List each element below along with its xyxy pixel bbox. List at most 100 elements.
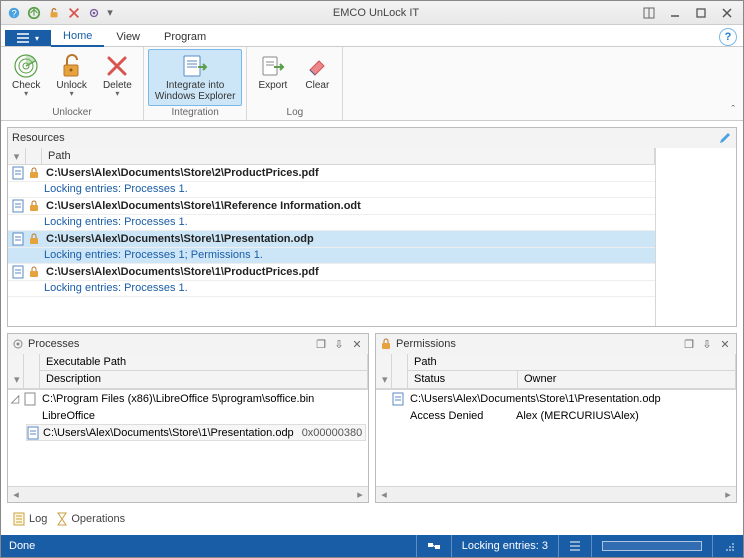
tab-view[interactable]: View xyxy=(104,28,152,46)
hscrollbar[interactable]: ◂▸ xyxy=(8,486,368,502)
col-execpath[interactable]: Executable Path xyxy=(40,354,368,371)
clear-button[interactable]: Clear xyxy=(296,49,338,106)
hscrollbar[interactable]: ◂▸ xyxy=(376,486,736,502)
window-icon[interactable]: ❐ xyxy=(314,337,328,351)
file-icon xyxy=(10,166,26,180)
collapse-toggle[interactable]: ◿ xyxy=(8,392,22,405)
close-icon[interactable]: ✕ xyxy=(350,337,364,351)
resource-path: C:\Users\Alex\Documents\Store\1\Referenc… xyxy=(42,200,361,212)
resource-detail: Locking entries: Processes 1. xyxy=(8,182,655,198)
perm-path: C:\Users\Alex\Documents\Store\1\Presenta… xyxy=(406,393,661,405)
help-button[interactable]: ? xyxy=(719,28,737,46)
resource-detail: Locking entries: Processes 1. xyxy=(8,281,655,297)
resize-grip[interactable] xyxy=(712,535,735,557)
processes-panel: Processes ❐ ⇩ ✕ Executable Path ▾ Descri… xyxy=(7,333,369,503)
qat-unlock-icon[interactable] xyxy=(45,4,63,22)
hourglass-icon xyxy=(57,512,67,526)
ribbon-group-unlocker: Check▾ Unlock▾ Delete▾ Unlocker xyxy=(1,47,144,120)
group-label-log: Log xyxy=(251,106,338,120)
permissions-panel: Permissions ❐ ⇩ ✕ Path ▾ Status Owner xyxy=(375,333,737,503)
check-button[interactable]: Check▾ xyxy=(5,49,47,106)
delete-button[interactable]: Delete▾ xyxy=(96,49,139,106)
qat-help-icon[interactable]: ? xyxy=(5,4,23,22)
close-button[interactable] xyxy=(715,3,739,23)
col-perm-owner[interactable]: Owner xyxy=(518,371,736,389)
tab-program[interactable]: Program xyxy=(152,28,218,46)
permissions-grid-body[interactable]: C:\Users\Alex\Documents\Store\1\Presenta… xyxy=(376,390,736,486)
col-perm-status[interactable]: Status xyxy=(408,371,518,389)
resource-row[interactable]: C:\Users\Alex\Documents\Store\1\Presenta… xyxy=(8,231,655,248)
tab-home[interactable]: Home xyxy=(51,27,104,47)
gear-icon xyxy=(12,338,24,350)
radar-icon xyxy=(13,52,39,80)
layout-options-button[interactable] xyxy=(637,3,661,23)
status-list-icon[interactable] xyxy=(558,535,591,557)
ribbon-group-integration: Integrate into Windows Explorer Integrat… xyxy=(144,47,248,120)
ribbon-tabstrip: ▾ Home View Program ? xyxy=(1,25,743,47)
title-bar: ? ▾ EMCO UnLock IT xyxy=(1,1,743,25)
export-button[interactable]: Export xyxy=(251,49,294,106)
processes-title: Processes xyxy=(28,338,79,350)
unlock-button[interactable]: Unlock▾ xyxy=(49,49,94,106)
file-icon xyxy=(27,426,39,440)
pin-icon[interactable]: ⇩ xyxy=(700,337,714,351)
edit-icon[interactable] xyxy=(718,131,732,145)
row-options-button[interactable]: ▾ xyxy=(8,148,26,164)
resource-row[interactable]: C:\Users\Alex\Documents\Store\1\ProductP… xyxy=(8,264,655,281)
resources-title: Resources xyxy=(12,132,65,144)
quick-access-toolbar: ? ▾ xyxy=(1,4,119,22)
col-desc[interactable]: Description xyxy=(40,371,368,389)
status-locking: Locking entries: 3 xyxy=(451,535,558,557)
lock-icon xyxy=(380,338,392,350)
collapse-ribbon-button[interactable]: ˆ xyxy=(723,100,743,120)
handle-path: C:\Users\Alex\Documents\Store\1\Presenta… xyxy=(39,427,294,439)
qat-customize-dropdown[interactable]: ▾ xyxy=(105,4,115,22)
export-icon xyxy=(260,52,286,80)
proc-exe: C:\Program Files (x86)\LibreOffice 5\pro… xyxy=(38,393,314,405)
group-label-integration: Integration xyxy=(148,106,243,120)
resource-row[interactable]: C:\Users\Alex\Documents\Store\2\ProductP… xyxy=(8,165,655,182)
integrate-explorer-button[interactable]: Integrate into Windows Explorer xyxy=(148,49,243,106)
status-network-icon[interactable] xyxy=(416,535,451,557)
resource-path: C:\Users\Alex\Documents\Store\1\Presenta… xyxy=(42,233,314,245)
qat-check-icon[interactable] xyxy=(25,4,43,22)
unlock-icon xyxy=(60,52,84,80)
eraser-icon xyxy=(305,52,329,80)
file-icon xyxy=(10,199,26,213)
resources-grid-body[interactable]: C:\Users\Alex\Documents\Store\2\ProductP… xyxy=(8,165,655,326)
pin-icon[interactable]: ⇩ xyxy=(332,337,346,351)
resource-path: C:\Users\Alex\Documents\Store\1\ProductP… xyxy=(42,266,319,278)
menu-icon xyxy=(17,33,29,43)
processes-grid-body[interactable]: ◿ C:\Program Files (x86)\LibreOffice 5\p… xyxy=(8,390,368,486)
tab-operations[interactable]: Operations xyxy=(57,512,125,526)
col-perm-path[interactable]: Path xyxy=(408,354,736,371)
permissions-title: Permissions xyxy=(396,338,456,350)
status-bar: Done Locking entries: 3 xyxy=(1,535,743,557)
resource-detail: Locking entries: Processes 1; Permission… xyxy=(8,248,655,264)
integrate-label: Integrate into Windows Explorer xyxy=(155,80,236,102)
svg-text:?: ? xyxy=(11,8,16,19)
ribbon: Check▾ Unlock▾ Delete▾ Unlocker Integrat… xyxy=(1,47,743,121)
col-path[interactable]: Path xyxy=(42,148,655,164)
bottom-tabs: Log Operations xyxy=(7,509,737,529)
lock-icon xyxy=(26,233,42,245)
close-icon[interactable]: ✕ xyxy=(718,337,732,351)
lock-icon xyxy=(26,200,42,212)
status-done: Done xyxy=(9,540,35,552)
resource-row[interactable]: C:\Users\Alex\Documents\Store\1\Referenc… xyxy=(8,198,655,215)
file-icon xyxy=(10,232,26,246)
handle-id: 0x00000380 xyxy=(294,427,368,439)
resources-panel: Resources ▾ Path C:\Users\Alex\Documents… xyxy=(7,127,737,327)
file-tab[interactable]: ▾ xyxy=(5,30,51,46)
maximize-button[interactable] xyxy=(689,3,713,23)
minimize-button[interactable] xyxy=(663,3,687,23)
qat-settings-icon[interactable] xyxy=(85,4,103,22)
file-icon xyxy=(10,265,26,279)
proc-desc: LibreOffice xyxy=(38,410,95,422)
group-label-unlocker: Unlocker xyxy=(5,106,139,120)
tab-log[interactable]: Log xyxy=(13,512,47,526)
resources-grid-header: ▾ Path xyxy=(8,148,655,165)
qat-delete-icon[interactable] xyxy=(65,4,83,22)
ribbon-group-log: Export Clear Log xyxy=(247,47,343,120)
window-icon[interactable]: ❐ xyxy=(682,337,696,351)
